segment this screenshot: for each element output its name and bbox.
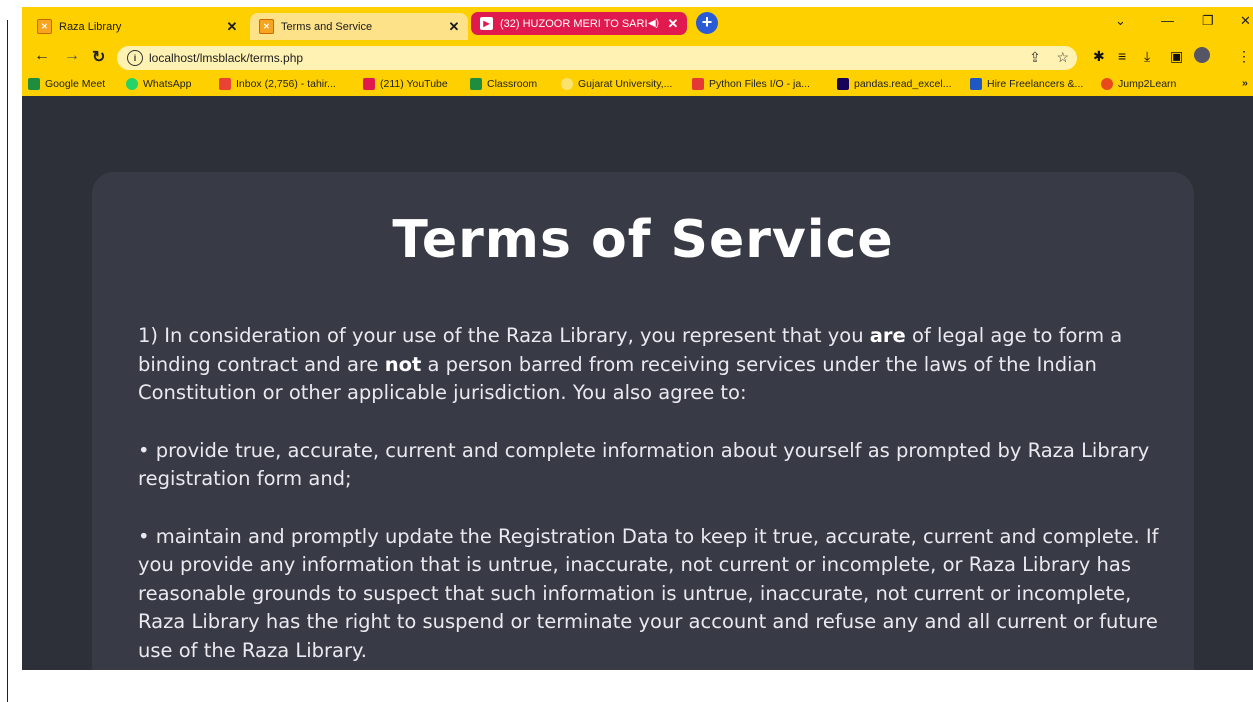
bookmark-youtube[interactable]: (211) YouTube — [363, 78, 448, 90]
extensions-icon[interactable]: ✱ — [1093, 48, 1105, 65]
bookmark-gmail[interactable]: Inbox (2,756) - tahir... — [219, 78, 336, 90]
profile-avatar[interactable] — [1194, 47, 1210, 63]
xampp-favicon-icon: ✕ — [37, 19, 52, 34]
youtube-icon — [363, 78, 375, 90]
back-icon[interactable]: ← — [34, 47, 50, 65]
youtube-favicon-icon: ▶ — [480, 17, 493, 30]
toolbar: ← → ↻ i localhost/lmsblack/terms.php ⇪ ☆… — [22, 40, 1253, 74]
reading-list-icon[interactable]: ≡ — [1118, 48, 1126, 64]
close-tab-icon[interactable]: ✕ — [665, 16, 681, 32]
close-tab-icon[interactable]: ✕ — [224, 19, 240, 35]
bookmarks-bar: Google Meet WhatsApp Inbox (2,756) - tah… — [22, 74, 1253, 96]
xampp-favicon-icon: ✕ — [259, 19, 274, 34]
bookmark-jump2learn[interactable]: Jump2Learn — [1101, 78, 1176, 90]
python-files-icon — [692, 78, 704, 90]
terms-card: Terms of Service 1) In consideration of … — [92, 172, 1194, 670]
bookmark-whatsapp[interactable]: WhatsApp — [126, 78, 191, 90]
tab-youtube[interactable]: ▶ (32) HUZOOR MERI TO SARI ◀) ✕ — [471, 12, 687, 35]
classroom-icon — [470, 78, 482, 90]
tab-search-icon[interactable]: ⌄ — [1115, 13, 1126, 29]
emphasis-are: are — [869, 324, 906, 347]
more-bookmarks-icon[interactable]: » — [1242, 77, 1248, 89]
side-panel-icon[interactable]: ▣ — [1170, 48, 1183, 65]
terms-paragraph-2: • provide true, accurate, current and co… — [138, 438, 1150, 491]
close-tab-icon[interactable]: ✕ — [446, 19, 462, 35]
bookmark-classroom[interactable]: Classroom — [470, 78, 537, 90]
gujarat-university-icon — [561, 78, 573, 90]
bookmark-freelancer[interactable]: Hire Freelancers &... — [970, 78, 1083, 90]
emphasis-not: not — [384, 352, 422, 376]
terms-paragraph-1: 1) In consideration of your use of the R… — [138, 324, 1123, 404]
site-info-icon[interactable]: i — [127, 50, 143, 66]
bookmark-gujarat-university[interactable]: Gujarat University,... — [561, 78, 672, 90]
tab-title: Raza Library — [59, 20, 122, 33]
jump2learn-icon — [1101, 78, 1113, 90]
bookmark-python-files[interactable]: Python Files I/O - ja... — [692, 78, 810, 90]
window-left-edge — [0, 0, 22, 702]
omnibox-actions: ⇪ ☆ — [1029, 49, 1069, 66]
bookmark-pandas[interactable]: pandas.read_excel... — [837, 78, 951, 90]
terms-content: 1) In consideration of your use of the R… — [138, 322, 1178, 670]
restore-icon[interactable]: ❐ — [1202, 13, 1214, 29]
bookmark-star-icon[interactable]: ☆ — [1056, 49, 1069, 65]
tab-strip: ✕ Raza Library ✕ ✕ Terms and Service ✕ ▶… — [22, 7, 1253, 40]
terms-paragraph-3: • maintain and promptly update the Regis… — [138, 524, 1159, 662]
pandas-icon — [837, 78, 849, 90]
bookmark-google-meet[interactable]: Google Meet — [28, 78, 105, 90]
download-icon[interactable]: ⤓ — [1144, 48, 1150, 65]
close-window-icon[interactable]: ✕ — [1240, 13, 1251, 29]
minimize-icon[interactable]: — — [1161, 13, 1174, 28]
tab-title: Terms and Service — [281, 20, 373, 33]
reload-icon[interactable]: ↻ — [92, 47, 105, 67]
browser-window: ✕ Raza Library ✕ ✕ Terms and Service ✕ ▶… — [22, 7, 1253, 670]
page-viewport: Terms of Service 1) In consideration of … — [22, 96, 1253, 670]
tab-terms-and-service[interactable]: ✕ Terms and Service ✕ — [250, 13, 468, 40]
share-icon[interactable]: ⇪ — [1029, 49, 1041, 65]
page-title: Terms of Service — [392, 210, 894, 270]
new-tab-button[interactable]: + — [696, 12, 718, 34]
tab-raza-library[interactable]: ✕ Raza Library ✕ — [28, 13, 246, 40]
url-text: localhost/lmsblack/terms.php — [149, 51, 304, 65]
forward-icon[interactable]: → — [64, 47, 80, 65]
gmail-icon — [219, 78, 231, 90]
tab-title: (32) HUZOOR MERI TO SARI — [500, 17, 648, 30]
google-meet-icon — [28, 78, 40, 90]
freelancer-icon — [970, 78, 982, 90]
speaker-icon[interactable]: ◀) — [648, 18, 659, 29]
whatsapp-icon — [126, 78, 138, 90]
menu-icon[interactable]: ⋮ — [1237, 48, 1251, 65]
address-bar[interactable]: i localhost/lmsblack/terms.php ⇪ ☆ — [117, 46, 1077, 70]
